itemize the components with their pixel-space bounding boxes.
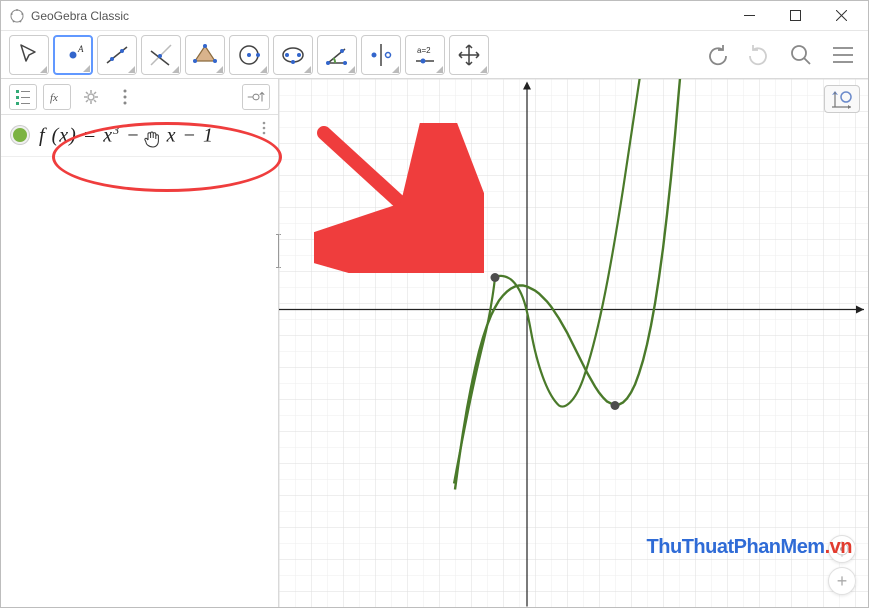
- app-logo-icon: [9, 8, 25, 24]
- undo-button[interactable]: [700, 38, 734, 72]
- search-button[interactable]: [784, 38, 818, 72]
- watermark: ThuThuatPhanMem.vn: [647, 536, 852, 559]
- angle-tool[interactable]: [317, 35, 357, 75]
- local-max-point[interactable]: [491, 273, 500, 282]
- point-tool[interactable]: A: [53, 35, 93, 75]
- local-min-point[interactable]: [611, 401, 620, 410]
- zoom-in-button[interactable]: +: [828, 567, 856, 595]
- close-button[interactable]: [818, 1, 864, 31]
- graphics-stylebar-toggle[interactable]: [824, 85, 860, 113]
- titlebar: GeoGebra Classic: [1, 1, 868, 31]
- graphing-canvas[interactable]: [279, 79, 868, 607]
- algebra-view: fx f (x) = x3 − x − 1: [1, 79, 279, 607]
- algebra-item[interactable]: f (x) = x3 − x − 1: [1, 115, 278, 157]
- circle-tool[interactable]: [229, 35, 269, 75]
- minimize-button[interactable]: [726, 1, 772, 31]
- redo-button[interactable]: [742, 38, 776, 72]
- algebra-settings-button[interactable]: [77, 84, 105, 110]
- move-tool[interactable]: [9, 35, 49, 75]
- window-title: GeoGebra Classic: [31, 9, 726, 23]
- algebra-more-button[interactable]: [111, 84, 139, 110]
- move-view-tool[interactable]: [449, 35, 489, 75]
- line-tool[interactable]: [97, 35, 137, 75]
- svg-text:a=2: a=2: [417, 46, 431, 55]
- formula-text[interactable]: f (x) = x3 − x − 1: [39, 123, 214, 148]
- algebra-style-button[interactable]: [242, 84, 270, 110]
- algebra-fx-button[interactable]: fx: [43, 84, 71, 110]
- main-toolbar: A a=2: [1, 31, 868, 79]
- visibility-toggle[interactable]: [11, 126, 29, 144]
- perpendicular-tool[interactable]: [141, 35, 181, 75]
- graphics-view[interactable]: + ThuThuatPhanMem.vn: [279, 79, 868, 607]
- algebra-toggle-tree[interactable]: [9, 84, 37, 110]
- item-more-button[interactable]: [262, 121, 266, 138]
- hand-cursor-icon: [141, 129, 161, 149]
- slider-tool[interactable]: a=2: [405, 35, 445, 75]
- maximize-button[interactable]: [772, 1, 818, 31]
- polygon-tool[interactable]: [185, 35, 225, 75]
- svg-text:A: A: [77, 44, 84, 54]
- ellipse-tool[interactable]: [273, 35, 313, 75]
- algebra-header: fx: [1, 79, 278, 115]
- reflect-tool[interactable]: [361, 35, 401, 75]
- svg-text:fx: fx: [50, 92, 58, 104]
- menu-button[interactable]: [826, 38, 860, 72]
